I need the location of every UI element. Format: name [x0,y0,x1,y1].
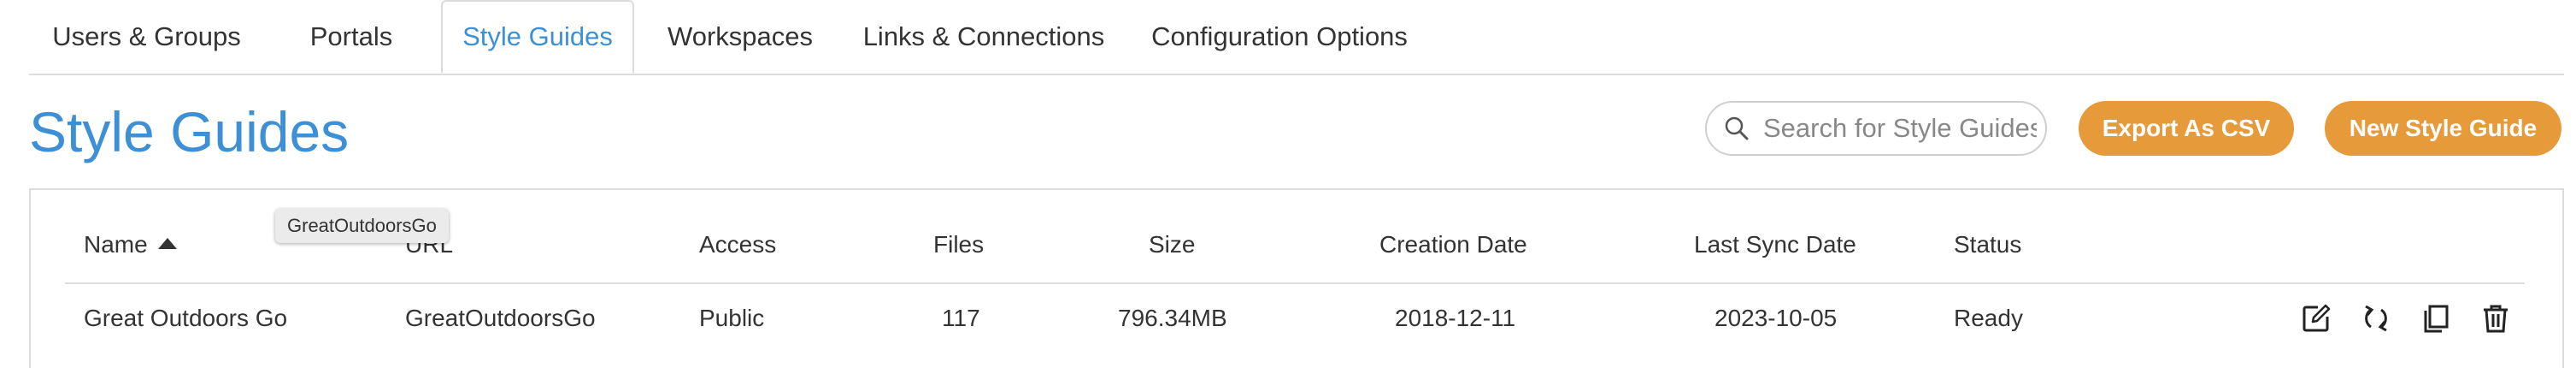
search-input[interactable] [1761,112,2038,145]
tab-style-guides[interactable]: Style Guides [441,0,634,74]
cell-status: Ready [1954,305,2023,331]
cell-url[interactable]: GreatOutdoorsGo [405,305,596,332]
tab-configuration-options[interactable]: Configuration Options [1140,0,1419,74]
column-header-size[interactable]: Size [1149,231,1195,258]
tab-portals[interactable]: Portals [282,0,421,74]
delete-icon[interactable] [2479,300,2513,337]
cell-last-sync-date: 2023-10-05 [1714,305,1838,331]
column-header-files[interactable]: Files [933,231,984,258]
export-csv-button[interactable]: Export As CSV [2079,101,2294,156]
column-header-name-label: Name [84,231,148,258]
cell-access: Public [699,305,765,331]
tab-links-connections[interactable]: Links & Connections [855,0,1113,74]
column-header-last-sync-date[interactable]: Last Sync Date [1694,231,1856,258]
header-divider [65,282,2525,284]
cell-name[interactable]: Great Outdoors Go [84,305,287,332]
cell-files: 117 [942,305,980,331]
tab-users-groups[interactable]: Users & Groups [29,0,264,74]
sync-icon[interactable] [2359,300,2393,337]
page-title: Style Guides [29,100,350,163]
sort-ascending-icon [157,238,177,250]
column-header-access[interactable]: Access [699,231,776,258]
cell-creation-date: 2018-12-11 [1395,305,1516,331]
tab-workspaces[interactable]: Workspaces [650,0,831,74]
edit-icon[interactable] [2299,300,2333,337]
column-header-name[interactable]: Name [84,231,177,258]
search-icon [1725,116,1749,140]
tooltip: GreatOutdoorsGo [275,209,449,243]
cell-size: 796.34MB [1118,305,1227,331]
copy-icon[interactable] [2419,300,2453,337]
search-box[interactable] [1705,101,2047,156]
column-header-creation-date[interactable]: Creation Date [1379,231,1527,258]
column-header-status[interactable]: Status [1954,231,2021,258]
new-style-guide-button[interactable]: New Style Guide [2325,101,2561,156]
